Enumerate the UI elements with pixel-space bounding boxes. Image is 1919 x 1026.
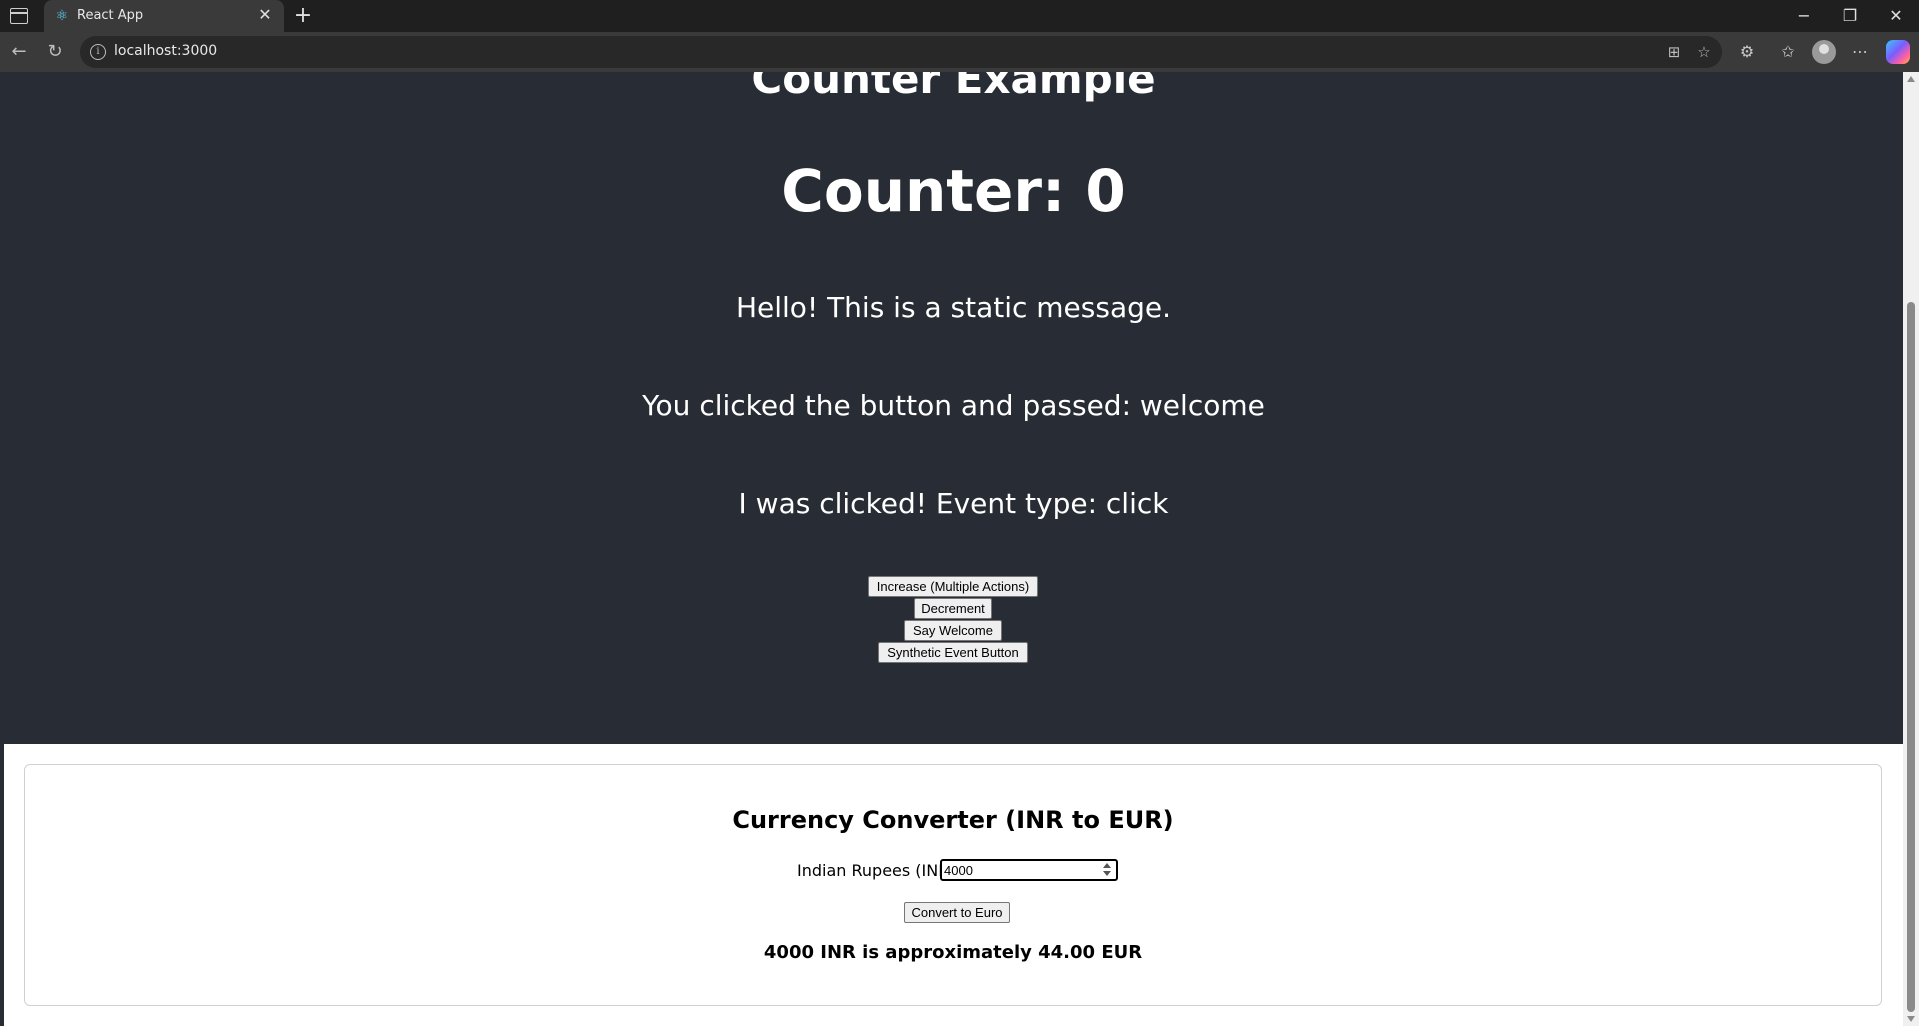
inr-amount-input[interactable]	[940, 859, 1118, 881]
reload-icon[interactable]: ↻	[41, 38, 69, 66]
static-message: Hello! This is a static message.	[735, 291, 1172, 324]
favorites-icon[interactable]: ✩	[1776, 40, 1800, 64]
spinner-up-icon[interactable]	[1103, 863, 1111, 868]
spinner-down-icon[interactable]	[1103, 871, 1111, 876]
say-welcome-button[interactable]: Say Welcome	[904, 620, 1002, 641]
window-close-icon[interactable]: ✕	[1873, 0, 1919, 32]
converter-section: Currency Converter (INR to EUR) Indian R…	[4, 744, 1903, 1026]
address-bar[interactable]: i localhost:3000 ⊞ ☆	[80, 36, 1722, 68]
minimize-icon[interactable]: −	[1781, 0, 1827, 32]
scrollbar-thumb[interactable]	[1907, 302, 1915, 1012]
react-favicon-icon: ⚛	[55, 8, 69, 24]
browser-tab[interactable]: ⚛ React App ✕	[44, 0, 284, 32]
new-tab-plus-icon[interactable]: +	[290, 3, 316, 29]
page-viewport: Counter Example Counter: 0 Hello! This i…	[0, 72, 1903, 1026]
more-icon[interactable]: ⋯	[1848, 40, 1872, 64]
restore-icon[interactable]: ❐	[1827, 0, 1873, 32]
inr-label: Indian Rupees (INR):	[797, 861, 961, 880]
counter-display: Counter: 0	[781, 157, 1126, 225]
welcome-message: You clicked the button and passed: welco…	[642, 389, 1265, 422]
convert-to-euro-button[interactable]: Convert to Euro	[904, 902, 1010, 923]
counter-app: Counter Example Counter: 0 Hello! This i…	[4, 72, 1903, 744]
synthetic-event-button[interactable]: Synthetic Event Button	[878, 642, 1028, 663]
event-message: I was clicked! Event type: click	[738, 487, 1169, 520]
tab-actions-icon[interactable]	[10, 8, 28, 24]
profile-icon[interactable]	[1812, 40, 1836, 64]
scroll-down-icon[interactable]	[1907, 1016, 1915, 1022]
favorite-star-icon[interactable]: ☆	[1694, 42, 1714, 62]
decrement-button[interactable]: Decrement	[914, 598, 992, 619]
browser-toolbar: ← ↻ i localhost:3000 ⊞ ☆ ⚙ ✩ ⋯	[0, 32, 1919, 72]
inr-input-row: Indian Rupees (INR):	[25, 859, 1881, 883]
conversion-result: 4000 INR is approximately 44.00 EUR	[763, 942, 1143, 963]
extensions-icon[interactable]: ⚙	[1735, 40, 1759, 64]
currency-converter-card: Currency Converter (INR to EUR) Indian R…	[24, 764, 1882, 1006]
tab-title: React App	[77, 8, 144, 23]
page-title: Counter Example	[751, 72, 1156, 103]
url-text[interactable]: localhost:3000	[114, 43, 217, 59]
split-screen-icon[interactable]: ⊞	[1664, 42, 1684, 62]
info-icon[interactable]: i	[90, 44, 106, 60]
page-scrollbar[interactable]	[1903, 72, 1919, 1026]
browser-tab-bar: ⚛ React App ✕ + − ❐ ✕	[0, 0, 1919, 32]
increase-button[interactable]: Increase (Multiple Actions)	[868, 576, 1038, 597]
back-icon[interactable]: ←	[5, 38, 33, 66]
copilot-icon[interactable]	[1886, 40, 1910, 64]
scroll-up-icon[interactable]	[1907, 76, 1915, 82]
tab-close-icon[interactable]: ✕	[256, 6, 274, 24]
number-spinner-icon[interactable]	[1101, 862, 1113, 878]
converter-title: Currency Converter (INR to EUR)	[732, 806, 1174, 834]
